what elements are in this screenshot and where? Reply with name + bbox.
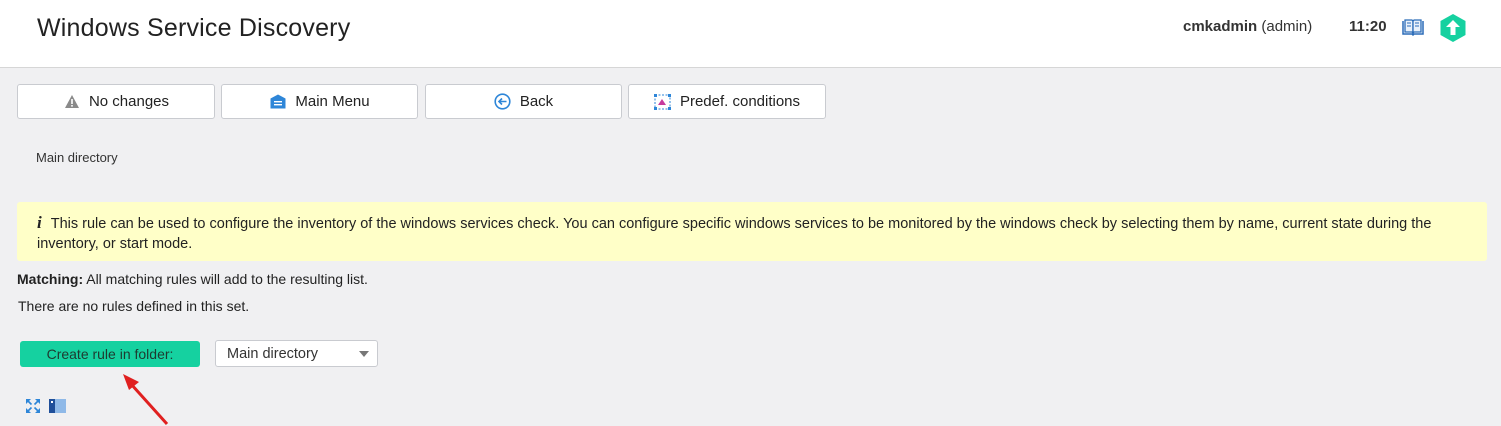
back-button[interactable]: Back	[425, 84, 622, 119]
back-icon	[494, 93, 512, 111]
main-menu-button[interactable]: Main Menu	[221, 84, 418, 119]
annotation-arrow	[123, 374, 169, 426]
info-box: i This rule can be used to configure the …	[17, 202, 1487, 261]
matching-label: Matching:	[17, 271, 84, 287]
user-role: (admin)	[1261, 18, 1313, 35]
main-menu-label: Main Menu	[295, 93, 370, 110]
no-changes-label: No changes	[88, 93, 170, 110]
sidebar-icon[interactable]	[49, 398, 66, 414]
clock: 11:20	[1349, 18, 1387, 35]
expand-icon[interactable]	[25, 398, 41, 414]
matching-text: All matching rules will add to the resul…	[83, 271, 368, 287]
page-header: Windows Service Discovery cmkadmin (admi…	[0, 0, 1501, 68]
folder-select[interactable]: Main directory	[215, 340, 378, 367]
predef-conditions-label: Predef. conditions	[679, 93, 801, 110]
home-icon	[269, 93, 287, 111]
folder-select-value: Main directory	[227, 345, 319, 362]
no-rules-message: There are no rules defined in this set.	[18, 298, 250, 314]
user-name: cmkadmin	[1183, 18, 1258, 35]
back-label: Back	[519, 93, 554, 110]
matching-line: Matching: All matching rules will add to…	[17, 271, 368, 287]
warning-icon	[63, 93, 81, 111]
info-text: This rule can be used to configure the i…	[37, 216, 1432, 252]
no-changes-button[interactable]: No changes	[17, 84, 215, 119]
predefined-conditions-icon	[654, 93, 672, 111]
predef-conditions-button[interactable]: Predef. conditions	[628, 84, 826, 119]
checkmk-logo-icon[interactable]	[1440, 14, 1466, 42]
book-icon[interactable]	[1402, 18, 1424, 36]
user-info[interactable]: cmkadmin (admin)	[1183, 18, 1312, 35]
page-title: Windows Service Discovery	[37, 14, 351, 42]
breadcrumb[interactable]: Main directory	[36, 150, 118, 165]
create-rule-button[interactable]: Create rule in folder:	[20, 341, 200, 367]
info-icon: i	[37, 213, 42, 232]
chevron-down-icon	[359, 351, 369, 357]
